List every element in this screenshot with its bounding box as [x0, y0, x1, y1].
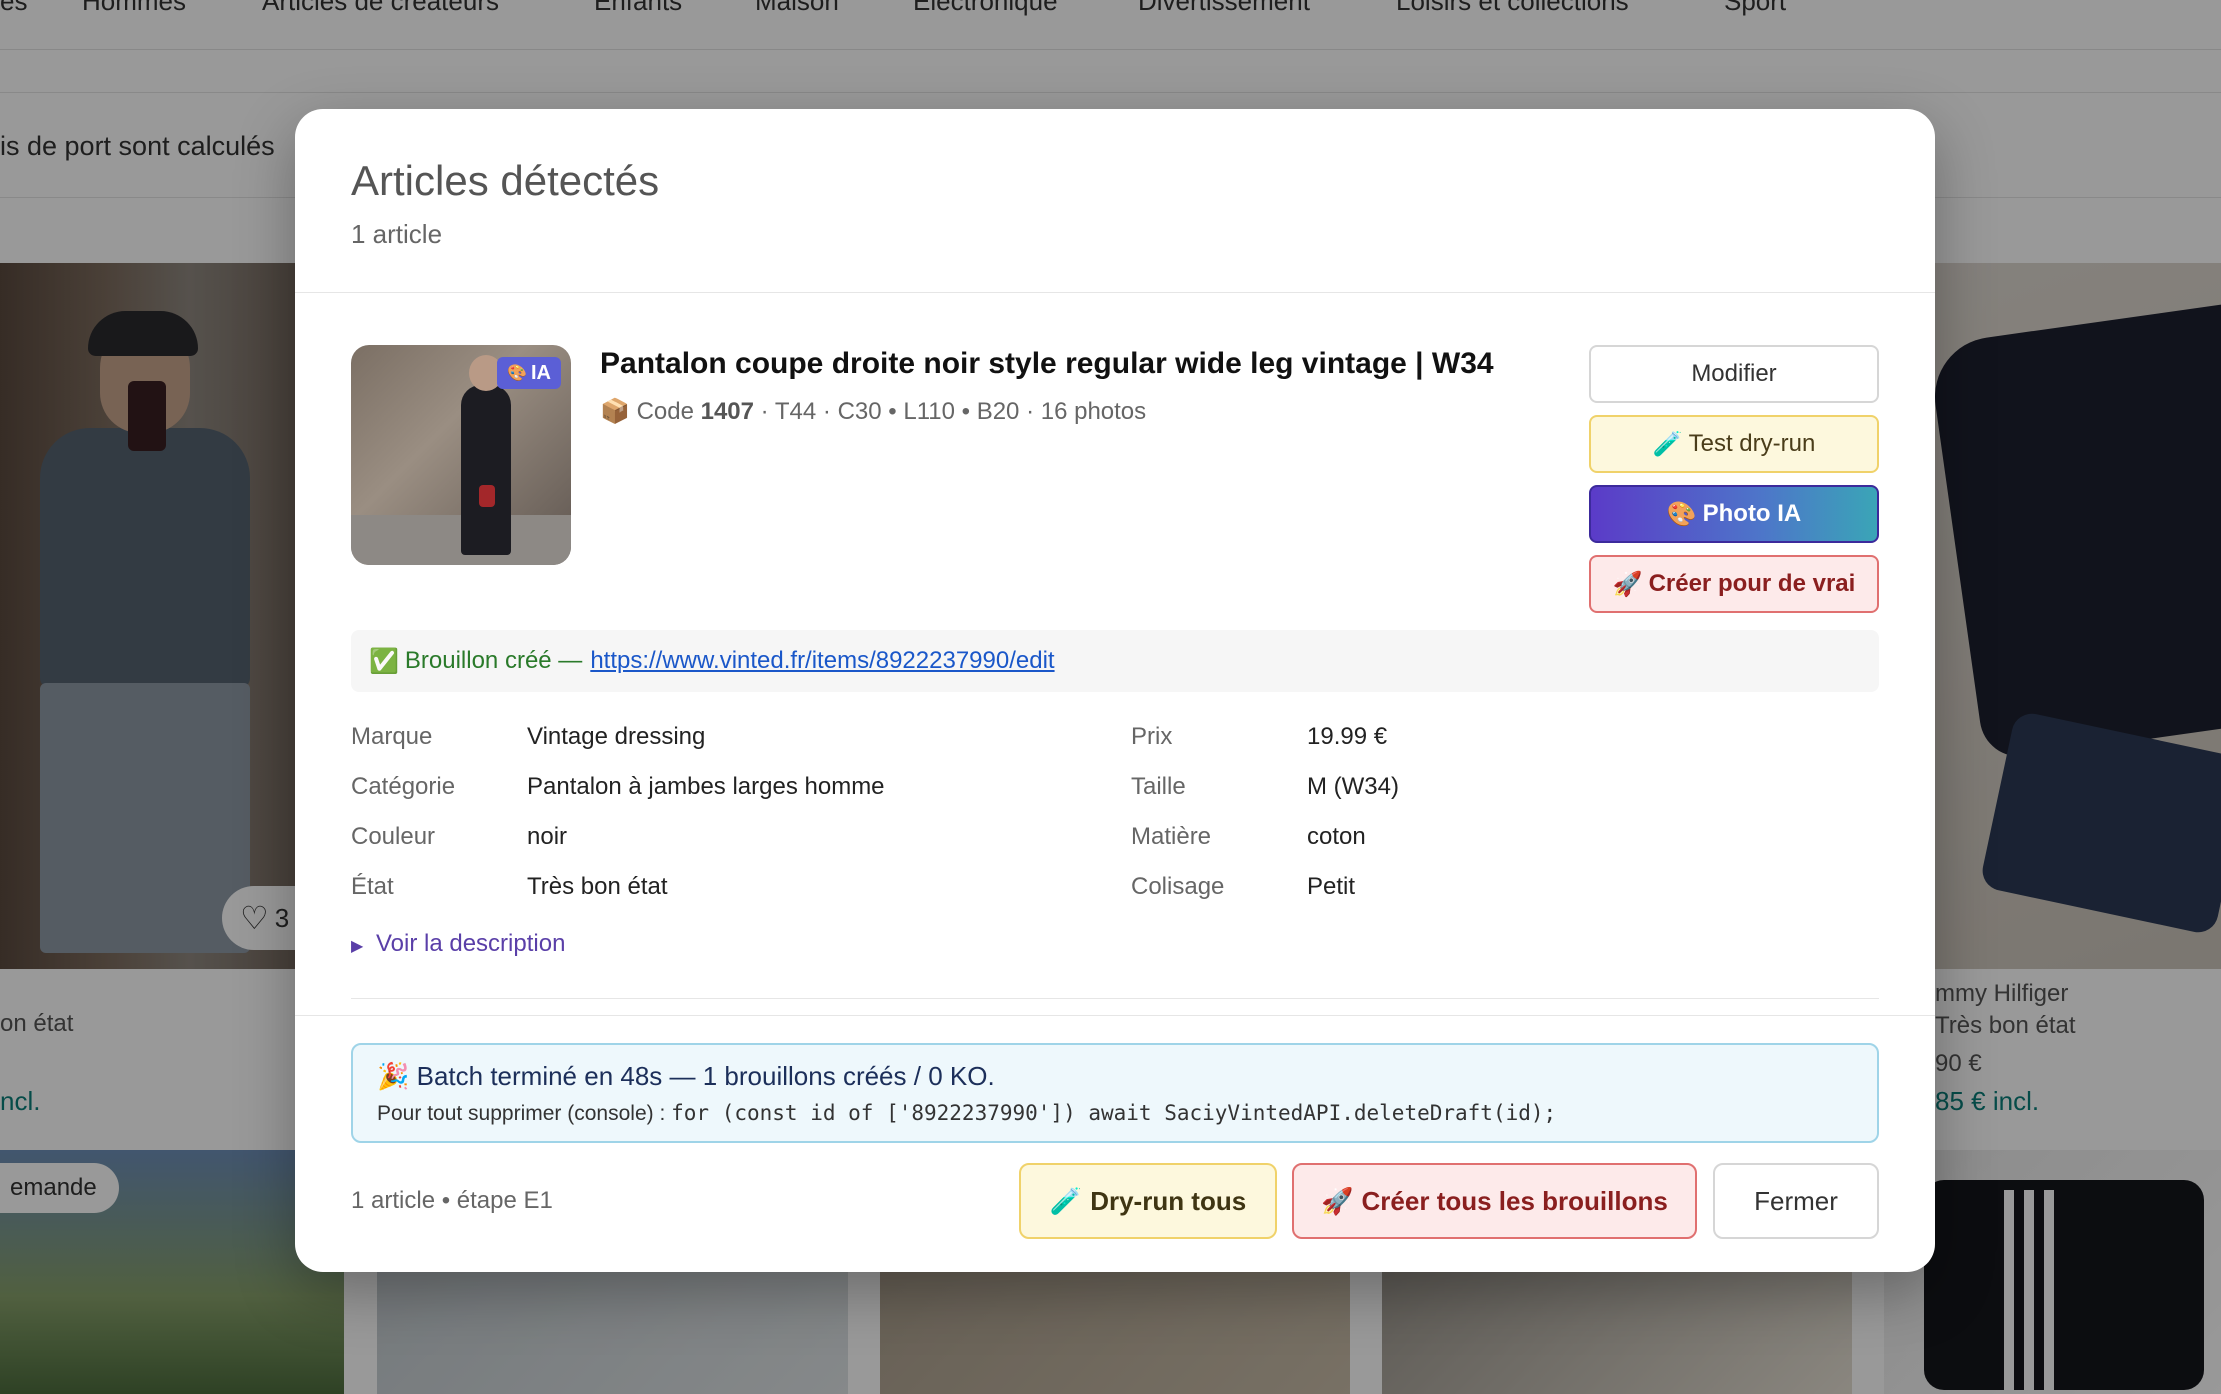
rocket-icon: 🚀 [1321, 1185, 1354, 1216]
description-toggle-label: Voir la description [375, 930, 566, 957]
close-button-label: Fermer [1754, 1185, 1838, 1216]
attr-value-packaging: Petit [1307, 873, 1356, 900]
edit-button[interactable]: Modifier [1589, 345, 1879, 403]
page: es Hommes Articles de créateurs Enfants … [0, 0, 2221, 1394]
draft-created-banner: ✅ Brouillon créé — https://www.vinted.fr… [351, 630, 1879, 692]
batch-summary-text: Batch terminé en 48s — 1 brouillons créé… [416, 1061, 995, 1091]
attr-value-category: Pantalon à jambes larges homme [527, 773, 885, 800]
attr-value-material: coton [1307, 823, 1366, 850]
attr-value-price: 19.99 € [1307, 723, 1388, 750]
triangle-right-icon: ▶ [351, 938, 364, 955]
batch-delete-code: for (const id of ['8922237990']) await S… [671, 1101, 1557, 1125]
dry-run-all-label: Dry-run tous [1090, 1185, 1247, 1216]
divider [351, 998, 1879, 999]
create-for-real-label: Créer pour de vrai [1648, 570, 1856, 597]
test-tube-icon: 🧪 [1652, 430, 1683, 458]
party-icon: 🎉 [377, 1061, 410, 1091]
create-all-drafts-button[interactable]: 🚀 Créer tous les brouillons [1292, 1163, 1697, 1239]
item-meta: 📦 Code 1407 · T44 · C30 • L110 • B20 · 1… [600, 397, 1146, 426]
batch-delete-prefix: Pour tout supprimer (console) : [377, 1102, 666, 1125]
batch-summary: 🎉 Batch terminé en 48s — 1 brouillons cr… [377, 1061, 995, 1092]
item-meta-rest: · T44 · C30 • L110 • B20 · 16 photos [760, 398, 1147, 425]
attr-label-packaging: Colisage [1131, 873, 1225, 900]
ia-badge: 🎨 IA [497, 357, 561, 389]
palette-icon: 🎨 [507, 365, 527, 382]
dry-run-all-button[interactable]: 🧪 Dry-run tous [1019, 1163, 1277, 1239]
articles-modal: Articles détectés 1 article 🎨 IA Pantalo… [295, 109, 1935, 1272]
draft-link[interactable]: https://www.vinted.fr/items/8922237990/e… [590, 647, 1054, 675]
batch-delete-hint: Pour tout supprimer (console) : for (con… [377, 1101, 1556, 1126]
attr-label-color: Couleur [351, 823, 436, 850]
photo-ia-button[interactable]: 🎨 Photo IA [1589, 485, 1879, 543]
test-dry-run-button[interactable]: 🧪 Test dry-run [1589, 415, 1879, 473]
attr-label-size: Taille [1131, 773, 1186, 800]
footer-info: 1 article • étape E1 [351, 1187, 553, 1214]
item-thumbnail[interactable]: 🎨 IA [351, 345, 571, 565]
attr-value-color: noir [527, 823, 568, 850]
palette-icon: 🎨 [1666, 500, 1697, 528]
test-tube-icon: 🧪 [1049, 1185, 1083, 1216]
ia-badge-label: IA [531, 361, 551, 384]
item-meta-prefix: Code [636, 398, 694, 425]
item-code: 1407 [700, 398, 754, 425]
create-for-real-button[interactable]: 🚀 Créer pour de vrai [1589, 555, 1879, 613]
attr-label-price: Prix [1131, 723, 1173, 750]
divider [295, 1015, 1935, 1016]
package-icon: 📦 [600, 398, 630, 425]
attr-label-material: Matière [1131, 823, 1212, 850]
item-title: Pantalon coupe droite noir style regular… [600, 347, 1494, 380]
attr-label-condition: État [351, 873, 394, 900]
check-icon: ✅ [369, 647, 399, 675]
modal-header: Articles détectés 1 article [295, 109, 1935, 293]
rocket-icon: 🚀 [1612, 570, 1643, 598]
attr-label-category: Catégorie [351, 773, 456, 800]
photo-ia-label: Photo IA [1702, 500, 1802, 527]
edit-button-label: Modifier [1691, 360, 1777, 387]
modal-title: Articles détectés [351, 157, 660, 204]
draft-created-text: Brouillon créé — [404, 647, 583, 674]
attr-value-brand: Vintage dressing [527, 723, 706, 750]
attr-value-condition: Très bon état [527, 873, 668, 900]
batch-result-box: 🎉 Batch terminé en 48s — 1 brouillons cr… [351, 1043, 1879, 1143]
modal-subtitle: 1 article [351, 219, 443, 249]
create-all-drafts-label: Créer tous les brouillons [1361, 1185, 1668, 1216]
attr-label-brand: Marque [351, 723, 433, 750]
test-dry-run-label: Test dry-run [1688, 430, 1816, 457]
close-button[interactable]: Fermer [1713, 1163, 1879, 1239]
attr-value-size: M (W34) [1307, 773, 1399, 800]
description-toggle[interactable]: ▶ Voir la description [351, 930, 565, 958]
